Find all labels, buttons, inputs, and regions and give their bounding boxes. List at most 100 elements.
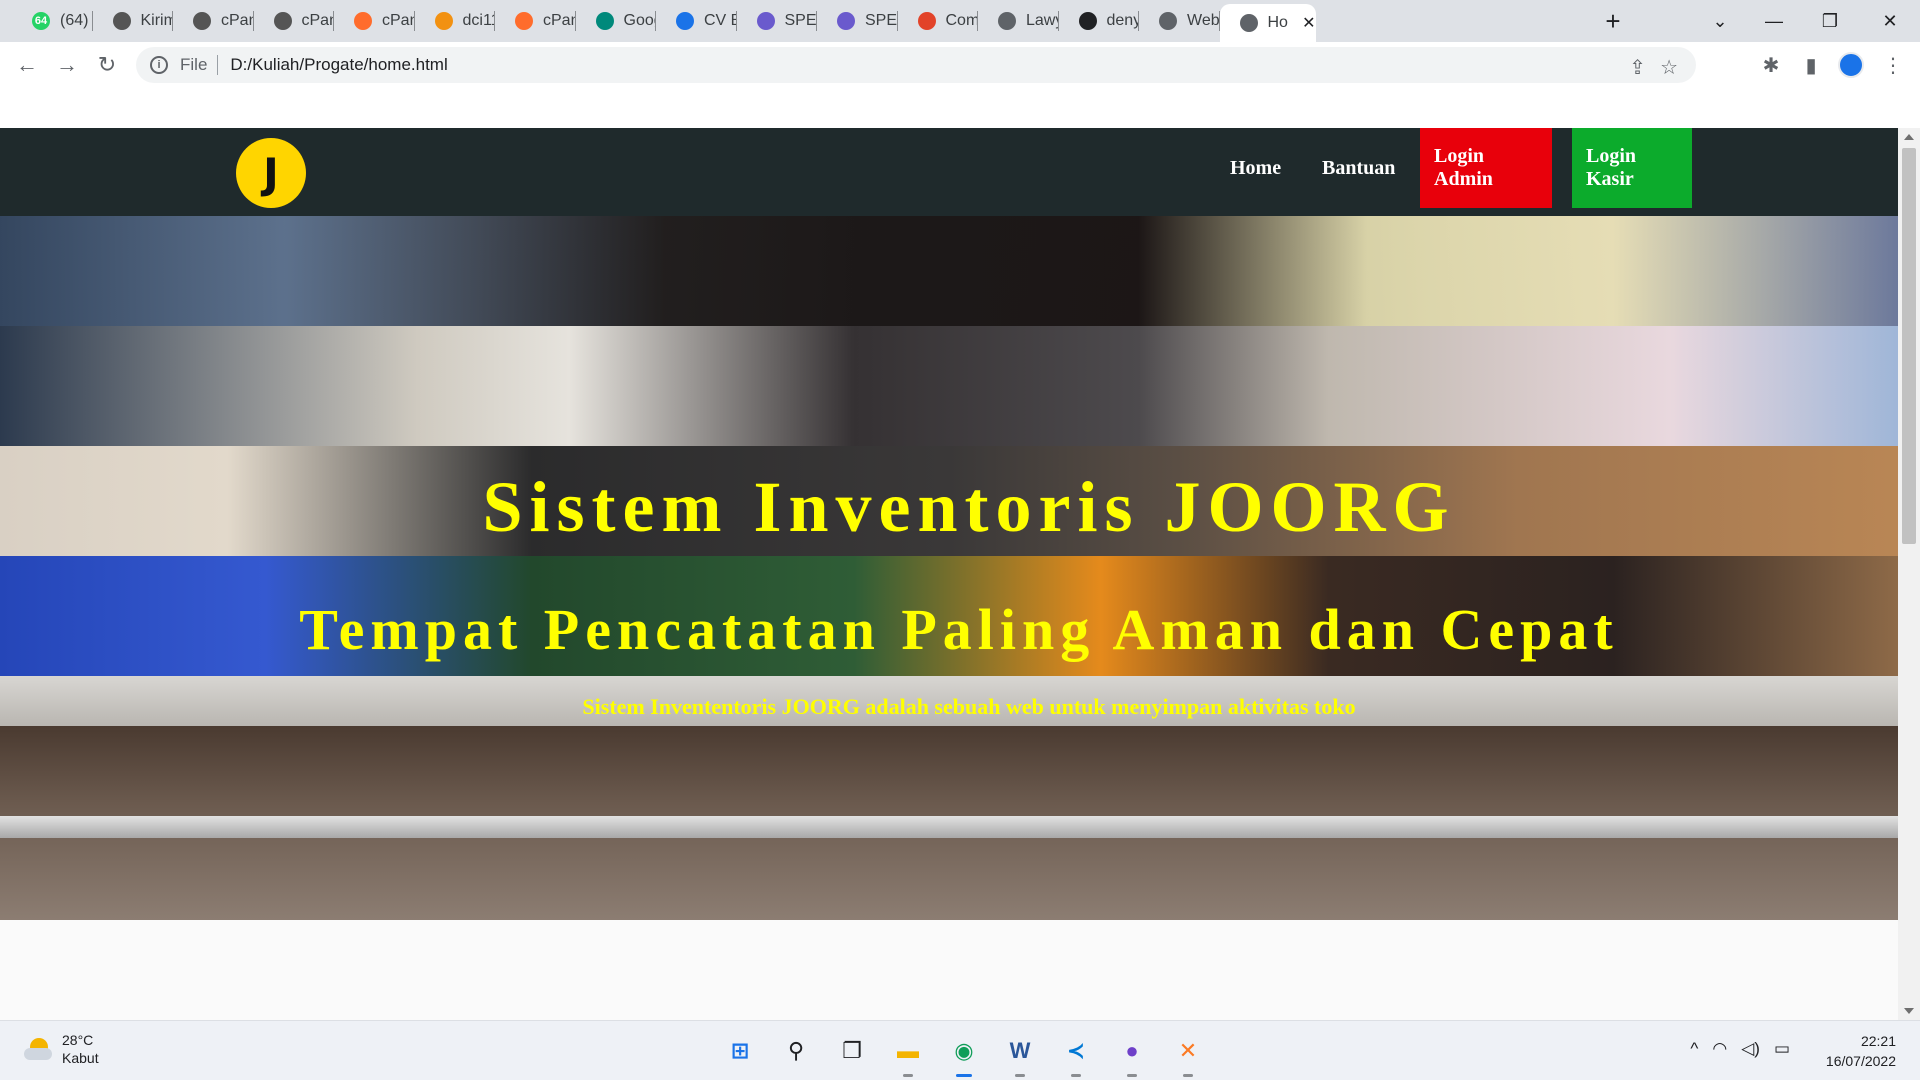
hero-clothes-top [0,216,1898,326]
site-info-icon[interactable]: i [150,56,168,74]
globe-icon [1239,14,1258,32]
wifi-icon[interactable]: ◠ [1712,1039,1727,1059]
tab-title: (64) WhatsApp [60,12,93,29]
nav-home-link[interactable]: Home [1216,128,1295,208]
bookmark-star-icon[interactable]: ☆ [1660,55,1678,80]
windows-start-icon[interactable]: ⊞ [720,1031,760,1071]
tab-title: dci11.d [462,12,496,29]
menu-kebab-icon[interactable]: ⋮ [1878,50,1908,80]
tab-title: SPEcial [865,12,898,29]
tab-title: cPanel [543,12,576,29]
hero-banner: Sistem Inventoris JOORG Tempat Pencatata… [0,216,1898,920]
page-scrollbar[interactable] [1898,128,1920,1020]
browser-tab[interactable]: cPanel [334,0,415,42]
url-text[interactable]: D:/Kuliah/Progate/home.html [230,55,447,75]
browser-tab[interactable]: Web P [1139,0,1220,42]
profile-avatar[interactable] [1838,52,1864,78]
browser-tab[interactable]: SPEcial [817,0,898,42]
browser-tab[interactable]: Hor ✕ [1219,4,1316,42]
reload-icon[interactable]: ↻ [92,50,122,80]
browser-tab[interactable]: SPEcial [737,0,817,42]
cpanel-face-icon [273,12,292,30]
task-view-icon[interactable]: ❐ [832,1031,872,1071]
forward-arrow-icon[interactable]: → [52,50,82,80]
minimize-button[interactable]: — [1744,0,1804,42]
scrollbar-thumb[interactable] [1902,148,1916,544]
back-arrow-icon[interactable]: ← [12,50,42,80]
page-viewport: J Home Bantuan Login Admin Login Kasir S… [0,88,1898,1020]
github-desktop-icon[interactable]: ● [1112,1031,1152,1077]
tab-title: Web P [1187,12,1220,29]
hero-tagline: Tempat Pencatatan Paling Aman dan Cepat [299,597,1619,662]
browser-tab[interactable]: cPanel [254,0,335,42]
vscode-icon[interactable]: ≺ [1056,1031,1096,1077]
browser-tab[interactable]: dci11.d [415,0,496,42]
hero-description: Sistem Invententoris JOORG adalah sebuah… [582,694,1356,719]
chrome-icon[interactable]: ◉ [944,1031,984,1077]
address-divider [217,55,219,75]
tab-search-chevron-icon[interactable]: ⌄ [1690,0,1750,42]
cpanel-logo-icon [354,12,372,30]
new-tab-button[interactable]: + [1598,6,1628,36]
weather-icon [24,1036,54,1062]
tab-title: Google [623,12,657,29]
restore-button[interactable]: ❐ [1800,0,1860,42]
special-icon [756,12,775,30]
search-icon[interactable]: ⚲ [776,1031,816,1071]
cpanel-face-icon [193,12,211,30]
battery-icon[interactable]: ▭ [1774,1039,1790,1059]
scroll-down-arrow-icon[interactable] [1904,1008,1914,1014]
address-bar[interactable]: i File D:/Kuliah/Progate/home.html ⇪ ☆ [136,47,1696,83]
gitlab-icon [917,12,936,30]
clock[interactable]: 22:21 16/07/2022 [1826,1031,1896,1071]
login-cashier-button[interactable]: Login Kasir [1572,128,1692,208]
weather-widget[interactable]: 28°C Kabut [24,1031,99,1067]
tab-title: CV BIM [704,12,737,29]
close-tab-icon[interactable]: ✕ [1302,13,1315,33]
login-admin-button[interactable]: Login Admin [1420,128,1552,208]
special-icon [837,12,855,30]
browser-tab[interactable]: 64 (64) WhatsApp [12,0,93,42]
browser-tab[interactable]: cPanel [173,0,254,42]
close-window-button[interactable]: ✕ [1860,0,1920,42]
clock-time: 22:21 [1860,1033,1896,1049]
clock-date: 16/07/2022 [1825,1053,1896,1069]
browser-tab[interactable]: Comm [898,0,979,42]
github-icon [1078,12,1097,30]
browser-tab[interactable]: Lawyer [978,0,1059,42]
tab-title: cPanel [382,12,415,29]
browser-tab[interactable]: Google [576,0,657,42]
scheme-label: File [180,55,208,74]
site-logo[interactable]: J [236,138,306,208]
weather-condition: Kabut [62,1050,99,1066]
share-icon[interactable]: ⇪ [1629,55,1646,80]
cv-icon [676,12,694,30]
scroll-up-arrow-icon[interactable] [1904,134,1914,140]
site-header: J Home Bantuan Login Admin Login Kasir [0,128,1898,216]
volume-icon[interactable]: ◁) [1741,1039,1760,1059]
tab-title: Comm [945,12,979,29]
hero-clothes-middle [0,326,1898,446]
page-content-below-hero [0,920,1898,1020]
browser-tab[interactable]: denyfe [1059,0,1140,42]
phpmyadmin-icon [434,12,453,30]
weather-temp: 28°C [62,1032,94,1048]
tab-title: denyfe [1106,12,1140,29]
tab-title: Lawyer [1026,12,1059,29]
browser-tab[interactable]: Kirim T [93,0,174,42]
scale-icon [998,12,1016,30]
xampp-icon[interactable]: ✕ [1168,1031,1208,1077]
hero-hanger-rail [0,816,1898,838]
tab-title: Kirim T [140,12,174,29]
file-explorer-icon[interactable]: ▬ [888,1031,928,1077]
browser-tab[interactable]: CV BIM [656,0,737,42]
tray-chevron-up-icon[interactable]: ^ [1690,1039,1698,1059]
tab-title: cPanel [301,12,335,29]
browser-tab[interactable]: cPanel [495,0,576,42]
word-icon[interactable]: W [1000,1031,1040,1077]
cpanel-face-icon [112,12,131,30]
tab-title: cPanel [221,12,254,29]
nav-help-link[interactable]: Bantuan [1308,128,1409,208]
extensions-puzzle-icon[interactable]: ✱ [1756,50,1786,80]
side-panel-icon[interactable]: ▮ [1796,50,1826,80]
